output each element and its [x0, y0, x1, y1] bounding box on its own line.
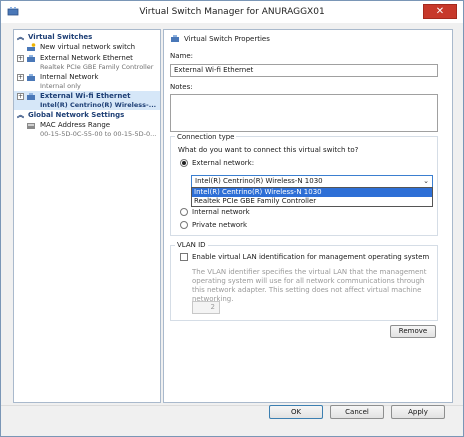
nav-item-label: MAC Address Range	[40, 121, 111, 129]
network-adapter-icon	[27, 55, 35, 62]
plus-expander-icon[interactable]: +	[17, 55, 24, 62]
properties-header: Virtual Switch Properties	[170, 34, 450, 44]
collapse-chevron-icon[interactable]: ︽	[17, 110, 24, 120]
nav-item-label: External Wi-fi Ethernet	[40, 92, 131, 100]
nav-item-sublabel: Internal only	[40, 82, 81, 90]
network-adapter-icon	[27, 74, 35, 81]
nav-item-label: New virtual network switch	[40, 43, 136, 51]
nav-item-mac-address-range[interactable]: MAC Address Range 00-15-5D-0C-55-00 to 0…	[14, 120, 160, 139]
plus-expander-icon[interactable]: +	[17, 74, 24, 81]
title-bar: Virtual Switch Manager for ANURAGGX01 ✕	[1, 1, 463, 23]
private-network-label: Private network	[192, 221, 248, 229]
virtual-switches-header[interactable]: ︽ Virtual Switches	[14, 32, 160, 42]
new-switch-icon	[27, 43, 36, 51]
nav-item-external-network-ethernet[interactable]: + External Network Ethernet Realtek PCIe…	[14, 53, 160, 72]
nav-item-sublabel: Realtek PCIe GBE Family Controller	[40, 63, 154, 71]
vlan-description: The VLAN identifier specifies the virtua…	[192, 268, 427, 303]
properties-pane: Virtual Switch Properties Name: External…	[163, 29, 453, 403]
network-adapter-icon	[171, 35, 179, 42]
external-network-radio[interactable]	[180, 159, 188, 167]
ok-button[interactable]: OK	[269, 405, 323, 419]
apply-button[interactable]: Apply	[391, 405, 445, 419]
adapter-dropdown-list: Intel(R) Centrino(R) Wireless-N 1030 Rea…	[191, 187, 433, 207]
nav-item-label: Internal Network	[40, 73, 99, 81]
vlan-id-label: VLAN ID	[175, 241, 208, 250]
nav-item-internal-network[interactable]: + Internal Network Internal only	[14, 72, 160, 91]
network-adapter-icon	[27, 93, 35, 100]
notes-field[interactable]	[170, 94, 438, 132]
enable-vlan-checkbox[interactable]	[180, 253, 188, 261]
dropdown-option[interactable]: Intel(R) Centrino(R) Wireless-N 1030	[192, 188, 432, 197]
window-title: Virtual Switch Manager for ANURAGGX01	[139, 7, 325, 17]
global-network-settings-header[interactable]: ︽ Global Network Settings	[14, 110, 160, 120]
name-label: Name:	[170, 52, 194, 60]
nav-item-new-virtual-switch[interactable]: New virtual network switch	[14, 42, 160, 53]
enable-vlan-label: Enable virtual LAN identification for ma…	[192, 253, 430, 261]
virtual-switch-manager-window: Virtual Switch Manager for ANURAGGX01 ✕ …	[0, 0, 464, 437]
collapse-chevron-icon[interactable]: ︽	[17, 32, 24, 42]
nav-item-external-wifi-ethernet[interactable]: + External Wi-fi Ethernet Intel(R) Centr…	[14, 91, 160, 110]
external-network-label: External network:	[192, 159, 255, 167]
close-button[interactable]: ✕	[423, 4, 457, 19]
vlan-id-spinner[interactable]: 2	[192, 301, 220, 314]
nav-item-sublabel: Intel(R) Centrino(R) Wireless-...	[40, 101, 157, 109]
connection-question: What do you want to connect this virtual…	[178, 146, 359, 154]
private-network-radio[interactable]	[180, 221, 188, 229]
chevron-down-icon[interactable]: ⌄	[423, 176, 429, 187]
internal-network-label: Internal network	[192, 208, 250, 216]
connection-type-label: Connection type	[175, 133, 237, 142]
dropdown-option[interactable]: Realtek PCIe GBE Family Controller	[192, 197, 432, 206]
plus-expander-icon[interactable]: +	[17, 93, 24, 100]
navigation-pane: ︽ Virtual Switches New virtual network s…	[13, 29, 161, 403]
internal-network-radio[interactable]	[180, 208, 188, 216]
mac-address-icon	[27, 123, 35, 129]
properties-title: Virtual Switch Properties	[184, 35, 270, 43]
nav-item-sublabel: 00-15-5D-0C-55-00 to 00-15-5D-0...	[40, 130, 157, 138]
nav-item-label: External Network Ethernet	[40, 54, 133, 62]
name-field[interactable]: External Wi-fi Ethernet	[170, 64, 438, 77]
remove-button[interactable]: Remove	[390, 325, 436, 338]
notes-label: Notes:	[170, 83, 193, 91]
cancel-button[interactable]: Cancel	[330, 405, 384, 419]
